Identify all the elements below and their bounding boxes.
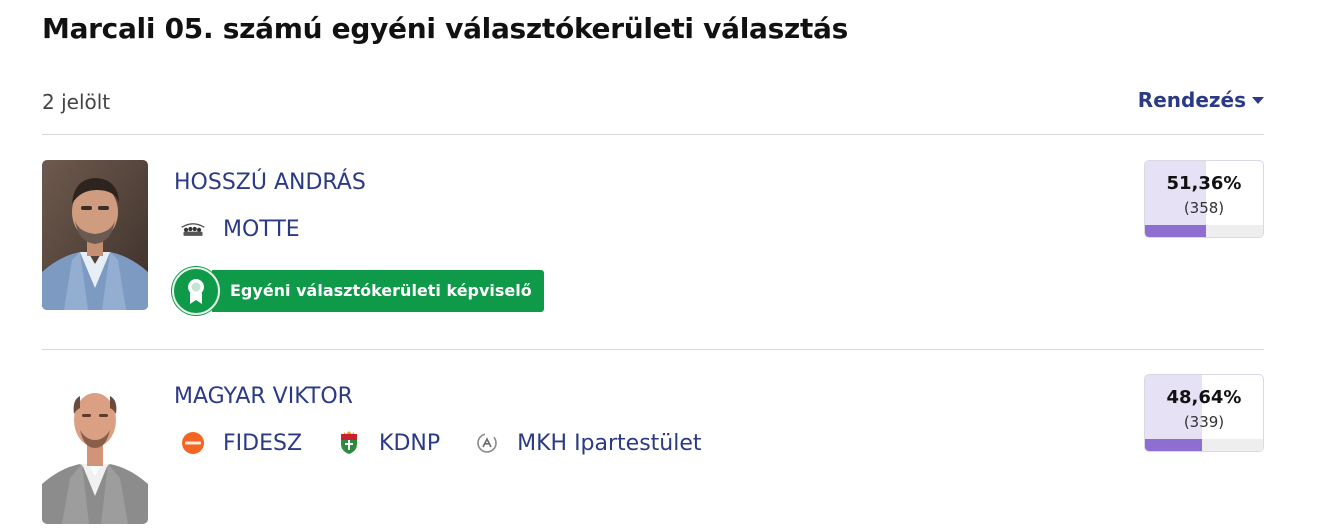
portrait-image (42, 374, 148, 524)
result-votes: (358) (1183, 199, 1225, 217)
list-header: 2 jelölt Rendezés (42, 78, 1264, 135)
party-list: MOTTE (180, 216, 334, 242)
party-name: FIDESZ (223, 430, 303, 456)
party-item[interactable]: FIDESZ (180, 430, 302, 456)
page-title: Marcali 05. számú egyéni választókerület… (42, 12, 849, 45)
candidate-name-link[interactable]: HOSSZÚ ANDRÁS (174, 170, 366, 195)
party-name: MKH Ipartestület (517, 430, 702, 456)
party-name: KDNP (379, 430, 441, 456)
party-item[interactable]: KDNP (336, 430, 440, 456)
fidesz-logo-icon (180, 430, 206, 456)
election-results-page: Marcali 05. számú egyéni választókerület… (42, 0, 1264, 532)
result-percent: 48,64% (1166, 387, 1242, 408)
party-list: FIDESZ KDNP MKH Ipartestület (180, 430, 736, 456)
mkh-ipartestulet-logo-icon (474, 430, 500, 456)
result-bar-track (1145, 439, 1263, 451)
sort-button-label: Rendezés (1137, 88, 1246, 112)
award-ribbon-icon (172, 267, 220, 315)
result-box: 51,36% (358) (1144, 160, 1264, 238)
result-percent: 51,36% (1166, 173, 1242, 194)
result-bar-fill (1145, 225, 1206, 237)
winner-badge: Egyéni választókerületi képviselő (172, 267, 544, 315)
candidate-row: MAGYAR VIKTOR FIDESZ KDNP MKH Ipartestül… (42, 374, 1264, 532)
result-bar-fill (1145, 439, 1203, 451)
caret-down-icon (1252, 96, 1264, 104)
motte-logo-icon (180, 216, 206, 242)
candidate-photo (42, 160, 148, 310)
winner-badge-label: Egyéni választókerületi képviselő (212, 270, 544, 312)
result-box: 48,64% (339) (1144, 374, 1264, 452)
result-votes: (339) (1183, 413, 1225, 431)
candidate-name-link[interactable]: MAGYAR VIKTOR (174, 384, 353, 409)
party-name: MOTTE (223, 216, 300, 242)
candidate-photo (42, 374, 148, 524)
candidate-count: 2 jelölt (42, 90, 111, 114)
kdnp-logo-icon (336, 430, 362, 456)
party-item[interactable]: MKH Ipartestület (474, 430, 702, 456)
candidate-row: HOSSZÚ ANDRÁS MOTTE Egyéni választókerül… (42, 160, 1264, 350)
party-item[interactable]: MOTTE (180, 216, 300, 242)
sort-button[interactable]: Rendezés (1138, 88, 1264, 112)
portrait-image (42, 160, 148, 310)
result-bar-track (1145, 225, 1263, 237)
